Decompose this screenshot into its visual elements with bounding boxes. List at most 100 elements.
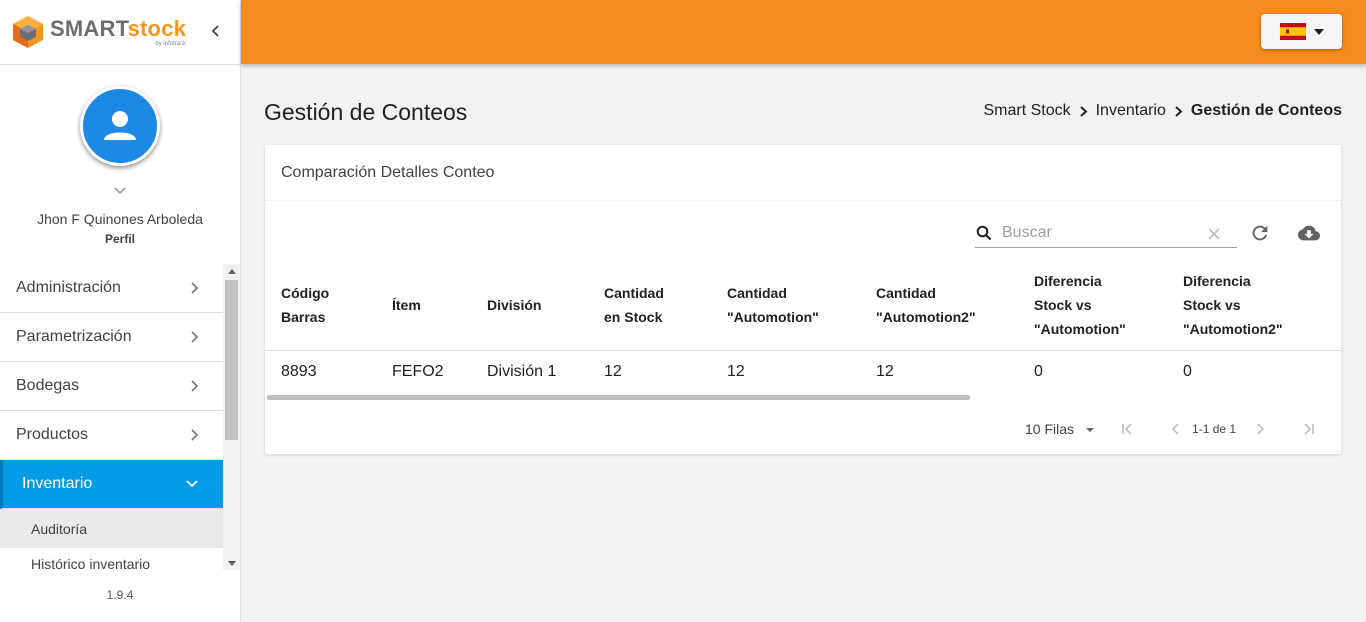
caret-down-icon (1313, 28, 1324, 35)
header-line: Diferencia (1183, 272, 1251, 289)
sidebar-item-inventario[interactable]: Inventario (0, 460, 223, 509)
table-cell: 0 (1183, 362, 1192, 380)
header-line: "Automotion2" (876, 308, 976, 325)
header-line: Stock vs (1034, 296, 1092, 313)
col-header-cantidad-stock[interactable]: Cantidad en Stock (604, 260, 727, 351)
header-line: Cantidad (604, 284, 664, 301)
sidebar-subitem-historico-inventario[interactable]: Histórico inventario (0, 548, 223, 570)
user-icon (104, 111, 136, 140)
profile-expand-button[interactable] (110, 186, 130, 200)
brand-name: SMARTstock (50, 15, 187, 41)
sidebar: SMARTstock by infotrack Jhon F Quinones … (0, 0, 241, 622)
chevron-right-icon (1079, 105, 1088, 118)
col-header-item[interactable]: Ítem (392, 260, 487, 351)
logo-icon (13, 16, 43, 48)
header-line: Cantidad (727, 284, 787, 301)
sidebar-item-label: Productos (16, 426, 89, 443)
col-header-division[interactable]: División (487, 260, 604, 351)
header-line: División (487, 296, 542, 313)
first-page-icon (1122, 423, 1132, 435)
table-row[interactable]: 8893 FEFO2 División 1 12 12 12 0 0 (265, 350, 1341, 393)
chevron-right-icon (191, 331, 199, 343)
col-header-codigo-barras[interactable]: Código Barras (265, 260, 392, 351)
rows-per-page-label: 10 Filas (1025, 421, 1075, 437)
caret-down-icon (1086, 428, 1095, 432)
page-title: Gestión de Conteos (264, 99, 468, 125)
last-page-button[interactable] (1298, 419, 1318, 439)
col-header-cantidad-automotion2[interactable]: Cantidad "Automotion2" (876, 260, 1034, 351)
chevron-right-icon (1174, 105, 1183, 118)
brand-header: SMARTstock by infotrack (0, 0, 240, 65)
header-line: Ítem (392, 296, 421, 313)
col-header-diferencia-automotion[interactable]: Diferencia Stock vs "Automotion" (1034, 260, 1183, 351)
header-line: Stock vs (1183, 296, 1241, 313)
table-cell: 12 (876, 362, 894, 380)
comparison-table: Código Barras Ítem División Cantidad en St… (265, 260, 1341, 393)
sidebar-subitem-label: Histórico inventario (31, 556, 151, 570)
sidebar-subitem-auditoria[interactable]: Auditoría (0, 509, 223, 548)
brand-name-stock: stock (127, 15, 187, 41)
table-horizontal-scrollbar[interactable] (267, 395, 970, 400)
chevron-right-icon (191, 380, 199, 392)
table-cell: 12 (604, 362, 622, 380)
header-line: "Automotion" (1034, 320, 1126, 337)
sidebar-item-label: Bodegas (16, 377, 80, 394)
sidebar-item-bodegas[interactable]: Bodegas (0, 362, 223, 411)
chevron-right-icon (1257, 423, 1265, 435)
refresh-icon[interactable] (1249, 222, 1271, 244)
header-line: Diferencia (1034, 272, 1102, 289)
search-input[interactable] (1002, 222, 1202, 244)
chevron-left-icon (1171, 423, 1179, 435)
breadcrumb-inventario[interactable]: Inventario (1096, 102, 1166, 120)
scrollbar-thumb[interactable] (225, 280, 238, 440)
user-role[interactable]: Perfil (0, 232, 240, 246)
collapse-sidebar-button[interactable] (205, 20, 227, 42)
header-line: "Automotion2" (1183, 320, 1283, 337)
breadcrumb-current: Gestión de Conteos (1190, 102, 1342, 119)
sidebar-scrollbar[interactable] (223, 264, 240, 570)
user-name: Jhon F Quinones Arboleda (37, 211, 203, 227)
next-page-button[interactable] (1250, 419, 1270, 439)
header-line: Cantidad (876, 284, 936, 301)
scroll-down-button[interactable] (223, 556, 240, 570)
header-line: Barras (281, 308, 326, 325)
breadcrumb-smart-stock[interactable]: Smart Stock (983, 102, 1070, 120)
brand-subtitle: by infotrack (155, 40, 187, 47)
arrow-up-icon (227, 268, 236, 274)
chevron-left-icon (211, 25, 219, 37)
col-header-diferencia-automotion2[interactable]: Diferencia Stock vs "Automotion2" (1183, 260, 1341, 351)
app-version: 1.9.4 (106, 588, 134, 602)
language-selector[interactable] (1261, 14, 1342, 49)
sidebar-item-label: Inventario (22, 475, 93, 492)
search-icon (976, 225, 992, 241)
col-header-cantidad-automotion[interactable]: Cantidad "Automotion" (727, 260, 876, 351)
card-divider (265, 200, 1341, 201)
scroll-up-button[interactable] (223, 264, 240, 278)
sidebar-item-administracion[interactable]: Administración (0, 264, 223, 313)
chevron-down-icon (114, 187, 126, 195)
brand-name-smart: SMART (50, 15, 128, 41)
first-page-button[interactable] (1118, 419, 1138, 439)
table-cell: 0 (1034, 362, 1043, 380)
rows-per-page-select[interactable]: 10 Filas (1025, 419, 1100, 439)
sidebar-menu: Administración Parametrización Bodegas P… (0, 264, 223, 570)
sidebar-item-parametrizacion[interactable]: Parametrización (0, 313, 223, 362)
search-box (975, 219, 1237, 248)
previous-page-button[interactable] (1166, 419, 1186, 439)
table-cell: 12 (727, 362, 745, 380)
table-cell: División 1 (487, 362, 557, 380)
sidebar-item-label: Parametrización (16, 328, 132, 345)
sidebar-item-productos[interactable]: Productos (0, 411, 223, 460)
card-title: Comparación Detalles Conteo (281, 164, 495, 181)
close-icon[interactable] (1207, 227, 1221, 241)
last-page-icon (1304, 423, 1314, 435)
chevron-right-icon (191, 282, 199, 294)
cloud-download-icon[interactable] (1296, 222, 1322, 244)
comparison-card: Comparación Detalles Conteo Código Barras… (265, 145, 1341, 454)
avatar[interactable] (80, 86, 160, 166)
chevron-right-icon (191, 429, 199, 441)
sidebar-subitem-label: Auditoría (31, 520, 88, 537)
header-line: "Automotion" (727, 308, 819, 325)
breadcrumb: Smart Stock Inventario Gestión de Conteo… (983, 102, 1342, 120)
header-line: Código (281, 284, 330, 301)
